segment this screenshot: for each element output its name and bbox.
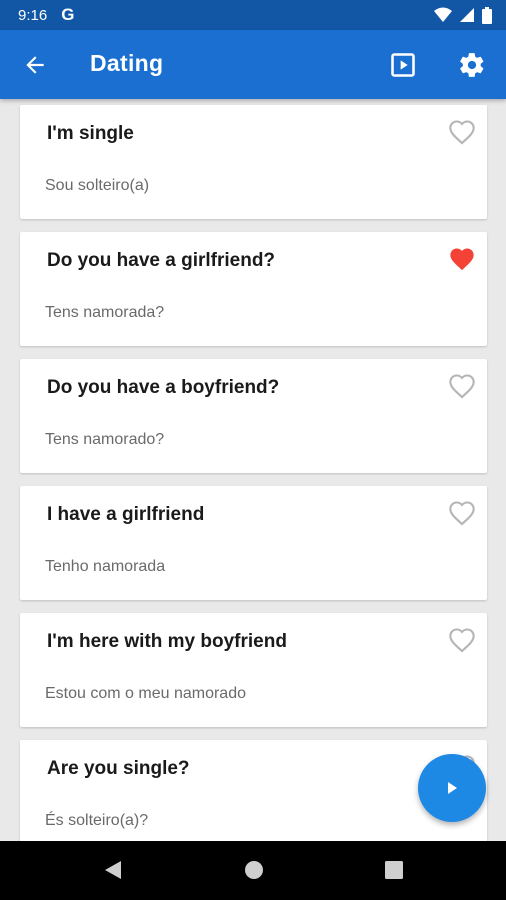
phrase-translation: És solteiro(a)? [45, 812, 149, 829]
home-circle-icon[interactable] [243, 859, 265, 881]
phrase-english: Do you have a boyfriend? [47, 377, 280, 398]
play-all-button[interactable] [418, 754, 486, 822]
app-bar: Dating [0, 30, 506, 99]
phrase-english: I'm single [47, 123, 134, 144]
phrase-english: Are you single? [47, 758, 190, 779]
phrase-card[interactable]: Do you have a boyfriend? Tens namorado? [20, 359, 487, 473]
phrase-english: I'm here with my boyfriend [47, 631, 287, 652]
phrase-translation: Tens namorada? [45, 304, 165, 321]
phrase-card[interactable]: I have a girlfriend Tenho namorada [20, 486, 487, 600]
phrase-translation: Tenho namorada [45, 558, 166, 575]
phrase-translation: Sou solteiro(a) [45, 177, 150, 194]
back-triangle-icon[interactable] [102, 859, 124, 881]
favorite-heart-outline-icon[interactable] [448, 500, 476, 526]
signal-icon [460, 8, 474, 22]
phrase-card[interactable]: Are you single? És solteiro(a)? [20, 740, 487, 841]
back-arrow-icon[interactable] [22, 52, 48, 78]
status-time: 9:16 [18, 6, 48, 24]
settings-gear-icon[interactable] [458, 51, 486, 79]
phrase-card[interactable]: I'm single Sou solteiro(a) [20, 105, 487, 219]
system-nav-bar [0, 841, 506, 900]
favorite-heart-outline-icon[interactable] [448, 119, 476, 145]
phrase-english: Do you have a girlfriend? [47, 250, 276, 271]
play-icon [448, 782, 457, 794]
recents-square-icon[interactable] [383, 859, 405, 881]
phrase-card[interactable]: Do you have a girlfriend? Tens namorada? [20, 232, 487, 346]
phrase-english: I have a girlfriend [47, 504, 205, 525]
phrase-card[interactable]: I'm here with my boyfriend Estou com o m… [20, 613, 487, 727]
page-title: Dating [90, 50, 164, 76]
favorite-heart-outline-icon[interactable] [448, 373, 476, 399]
favorite-heart-outline-icon[interactable] [448, 627, 476, 653]
status-bar: 9:16 G [0, 0, 506, 30]
phrase-list[interactable]: I'm single Sou solteiro(a) Do you have a… [0, 99, 506, 841]
phrase-translation: Tens namorado? [45, 431, 165, 448]
phrase-translation: Estou com o meu namorado [45, 685, 246, 702]
battery-icon [482, 6, 492, 24]
play-box-icon[interactable] [389, 51, 417, 79]
favorite-heart-filled-icon[interactable] [448, 246, 476, 272]
google-badge: G [61, 5, 75, 24]
wifi-icon [434, 7, 452, 22]
